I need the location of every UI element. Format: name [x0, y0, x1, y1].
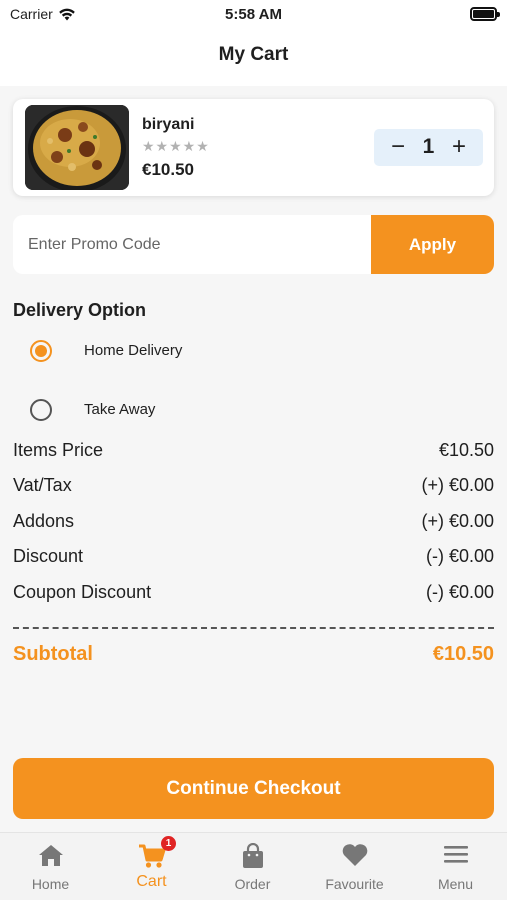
discount-row: Discount (-) €0.00	[13, 546, 494, 570]
addons-row: Addons (+) €0.00	[13, 511, 494, 535]
home-delivery-label: Home Delivery	[84, 342, 183, 359]
subtotal-value: €10.50	[432, 643, 494, 665]
tab-order[interactable]: Order	[202, 833, 303, 900]
home-icon	[38, 845, 63, 866]
food-image	[25, 105, 129, 190]
quantity-stepper: − 1 +	[374, 129, 483, 166]
tab-menu[interactable]: Menu	[405, 833, 506, 900]
status-bar: Carrier 5:58 AM	[0, 0, 507, 30]
increase-quantity-button[interactable]: +	[445, 133, 473, 161]
delivery-option-title: Delivery Option	[13, 300, 147, 320]
cart-item-card: biryani ★★★★★ €10.50 − 1 +	[13, 99, 494, 196]
tab-label: Menu	[437, 876, 474, 892]
tab-home[interactable]: Home	[0, 833, 101, 900]
price-value: (-) €0.00	[425, 582, 494, 602]
radio-selected-icon	[30, 340, 52, 362]
take-away-option[interactable]: Take Away	[30, 397, 155, 423]
promo-code-input[interactable]	[13, 215, 371, 274]
tab-label: Favourite	[325, 876, 384, 892]
dashed-divider	[13, 627, 494, 629]
price-label: Items Price	[13, 440, 104, 460]
price-value: (-) €0.00	[425, 546, 494, 566]
price-label: Addons	[13, 511, 75, 531]
items-price-row: Items Price €10.50	[13, 440, 494, 464]
navigation-bar: My Cart	[0, 30, 507, 86]
tab-favourite[interactable]: Favourite	[304, 833, 405, 900]
price-value: (+) €0.00	[421, 475, 494, 495]
take-away-label: Take Away	[84, 401, 156, 418]
tab-cart[interactable]: Cart	[101, 833, 202, 900]
subtotal-row: Subtotal €10.50	[13, 643, 494, 671]
apply-button[interactable]: Apply	[371, 215, 494, 274]
price-label: Discount	[13, 546, 84, 566]
heart-icon	[342, 844, 367, 866]
coupon-discount-row: Coupon Discount (-) €0.00	[13, 582, 494, 606]
item-price: €10.50	[142, 160, 194, 179]
status-time: 5:58 AM	[225, 6, 282, 23]
promo-code-row: Apply	[13, 215, 494, 274]
cart-count-badge: 1	[161, 836, 176, 851]
tab-label: Order	[234, 876, 271, 892]
vat-tax-row: Vat/Tax (+) €0.00	[13, 475, 494, 499]
tab-label: Home	[31, 876, 70, 892]
price-label: Vat/Tax	[13, 475, 72, 495]
page-title: My Cart	[218, 44, 289, 65]
menu-icon	[443, 846, 468, 863]
star-rating: ★★★★★	[142, 138, 210, 154]
price-value: €10.50	[438, 440, 494, 460]
subtotal-label: Subtotal	[13, 643, 93, 665]
tab-label: Cart	[136, 873, 167, 890]
radio-unselected-icon	[30, 399, 52, 421]
home-delivery-option[interactable]: Home Delivery	[30, 338, 182, 364]
shopping-bag-icon	[242, 843, 263, 868]
price-value: (+) €0.00	[421, 511, 494, 531]
battery-icon	[470, 7, 500, 21]
bottom-tab-bar: Home Cart Order Favourite Menu 1	[0, 832, 507, 900]
continue-checkout-button[interactable]: Continue Checkout	[13, 758, 494, 819]
price-label: Coupon Discount	[13, 582, 152, 602]
item-name: biryani	[142, 116, 195, 133]
